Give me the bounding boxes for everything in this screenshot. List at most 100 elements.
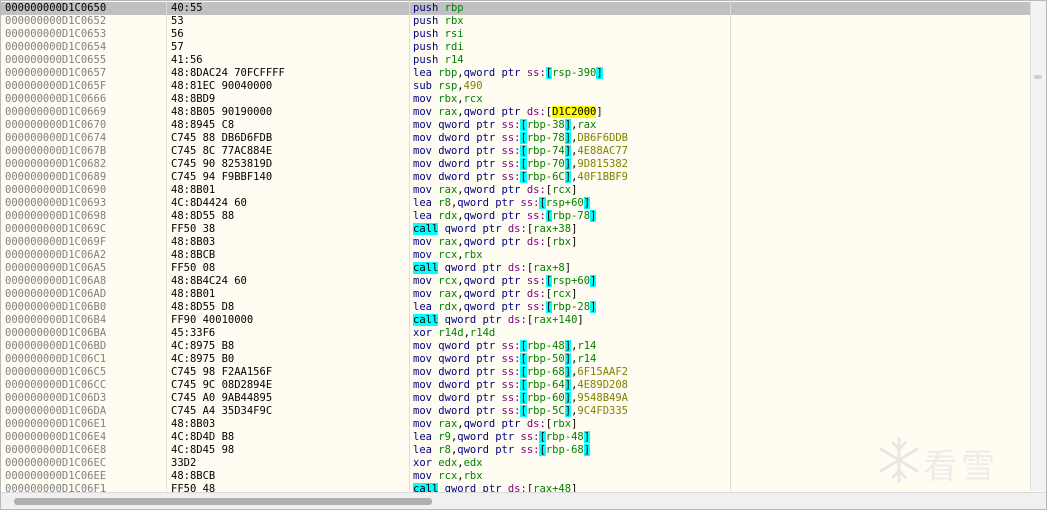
operand-token: ] xyxy=(571,223,578,235)
disasm-row[interactable]: 000000000D1C06AD 48:8B01 mov rax,qword ptr… xyxy=(1,288,1046,301)
operand-token: ] xyxy=(564,262,572,274)
vertical-scrollbar-thumb[interactable] xyxy=(1034,75,1042,79)
row-instruction: lea r8,qword ptr ss:[rbp-68] xyxy=(413,444,591,457)
operand-token: ss: xyxy=(501,132,521,144)
operand-token: ss: xyxy=(501,392,521,404)
disasm-row[interactable]: 000000000D1C065F 48:81EC 90040000 sub rsp,… xyxy=(1,80,1046,93)
operand-token: rcx xyxy=(438,249,458,261)
operand-token: qword ptr xyxy=(463,288,527,300)
row-bytes: 4C:8975 B8 xyxy=(171,340,235,352)
instruction-mnemonic: mov xyxy=(413,366,432,378)
row-instruction: mov dword ptr ss:[rbp-74],4E88AC77 xyxy=(413,145,628,158)
operand-token: ds: xyxy=(526,184,546,196)
row-bytes: 56 xyxy=(171,28,184,40)
row-instruction: mov qword ptr ss:[rbp-48],r14 xyxy=(413,340,596,353)
disasm-row[interactable]: 000000000D1C0652 53 push rbx xyxy=(1,15,1046,28)
row-instruction: mov dword ptr ss:[rbp-68],6F15AAF2 xyxy=(413,366,628,379)
operand-token: D1C2000 xyxy=(552,106,597,118)
instruction-mnemonic: mov xyxy=(413,379,432,391)
row-address: 000000000D1C06B4 xyxy=(5,314,107,326)
operand-token: r14 xyxy=(444,54,464,66)
disasm-row[interactable]: 000000000D1C06DA C745 A4 35D34F9C mov dwor… xyxy=(1,405,1046,418)
disassembly-view[interactable]: 000000000D1C0650 40:55 push rbp 000000000D1… xyxy=(0,0,1047,510)
instruction-mnemonic: mov xyxy=(413,158,432,170)
disasm-row[interactable]: 000000000D1C0653 56 push rsi xyxy=(1,28,1046,41)
disasm-row[interactable]: 000000000D1C06B4 FF90 40010000 call qword … xyxy=(1,314,1046,327)
operand-token: r8 xyxy=(438,444,451,456)
operand-token: ds: xyxy=(507,262,527,274)
snowflake-logo-icon xyxy=(879,437,919,483)
disasm-row[interactable]: 000000000D1C0670 48:8945 C8 mov qword ptr … xyxy=(1,119,1046,132)
row-instruction: lea r8,qword ptr ss:[rsp+60] xyxy=(413,197,591,210)
instruction-mnemonic: mov xyxy=(413,93,432,105)
operand-token: r14d xyxy=(469,327,496,339)
operand-token: dword ptr xyxy=(438,145,502,157)
disasm-row[interactable]: 000000000D1C0669 48:8B05 90190000 mov rax,… xyxy=(1,106,1046,119)
operand-token: qword ptr xyxy=(457,197,521,209)
horizontal-scrollbar[interactable] xyxy=(1,492,1046,509)
row-address: 000000000D1C0650 xyxy=(5,2,107,14)
row-instruction: mov rcx,qword ptr ss:[rsp+60] xyxy=(413,275,597,288)
operand-token: qword ptr xyxy=(444,262,508,274)
row-instruction: mov rax,qword ptr ds:[D1C2000] xyxy=(413,106,603,119)
disasm-row[interactable]: 000000000D1C0682 C745 90 8253819D mov dwor… xyxy=(1,158,1046,171)
operand-token: ] xyxy=(590,301,597,313)
disasm-row[interactable]: 000000000D1C06B0 48:8D55 D8 lea rdx,qword … xyxy=(1,301,1046,314)
row-bytes: C745 94 F9BBF140 xyxy=(171,171,273,183)
disasm-row[interactable]: 000000000D1C069C FF50 38 call qword ptr ds… xyxy=(1,223,1046,236)
operand-token: rbp-70 xyxy=(526,158,565,170)
row-bytes: 4C:8D4D B8 xyxy=(171,431,235,443)
instruction-mnemonic: mov xyxy=(413,184,432,196)
column-separator xyxy=(166,1,167,491)
operand-token: ss: xyxy=(501,158,521,170)
disasm-row[interactable]: 000000000D1C06C5 C745 98 F2AA156F mov dwor… xyxy=(1,366,1046,379)
operand-token: ds: xyxy=(526,236,546,248)
disasm-row[interactable]: 000000000D1C0654 57 push rdi xyxy=(1,41,1046,54)
instruction-mnemonic: push xyxy=(413,2,439,14)
disasm-row[interactable]: 000000000D1C06E1 48:8B03 mov rax,qword ptr… xyxy=(1,418,1046,431)
disasm-row[interactable]: 000000000D1C06BA 45:33F6 xor r14d,r14d xyxy=(1,327,1046,340)
horizontal-scrollbar-thumb[interactable] xyxy=(14,498,432,505)
instruction-mnemonic: lea xyxy=(413,444,432,456)
row-address: 000000000D1C06E4 xyxy=(5,431,107,443)
disasm-row[interactable]: 000000000D1C06CC C745 9C 08D2894E mov dwor… xyxy=(1,379,1046,392)
disasm-row[interactable]: 000000000D1C06A5 FF50 08 call qword ptr ds… xyxy=(1,262,1046,275)
disasm-row[interactable]: 000000000D1C0690 48:8B01 mov rax,qword ptr… xyxy=(1,184,1046,197)
instruction-mnemonic: lea xyxy=(413,431,432,443)
disasm-row[interactable]: 000000000D1C06D3 C745 A0 9AB44895 mov dwor… xyxy=(1,392,1046,405)
operand-token: edx xyxy=(438,457,458,469)
instruction-mnemonic: call xyxy=(413,262,439,274)
operand-token: ss: xyxy=(501,119,521,131)
row-bytes: 48:8B01 xyxy=(171,288,216,300)
row-instruction: push rsi xyxy=(413,28,464,41)
disasm-row[interactable]: 000000000D1C06A2 48:8BCB mov rcx,rbx xyxy=(1,249,1046,262)
disasm-row[interactable]: 000000000D1C0689 C745 94 F9BBF140 mov dwor… xyxy=(1,171,1046,184)
operand-token: qword ptr xyxy=(457,431,521,443)
disasm-row[interactable]: 000000000D1C06BD 4C:8975 B8 mov qword ptr … xyxy=(1,340,1046,353)
disasm-row[interactable]: 000000000D1C0666 48:8BD9 mov rbx,rcx xyxy=(1,93,1046,106)
operand-token: qword ptr xyxy=(463,418,527,430)
operand-token: rcx xyxy=(463,93,483,105)
disasm-row[interactable]: 000000000D1C0698 48:8D55 88 lea rdx,qword … xyxy=(1,210,1046,223)
vertical-scrollbar[interactable] xyxy=(1030,1,1046,491)
row-instruction: mov dword ptr ss:[rbp-70],9D815382 xyxy=(413,158,628,171)
disasm-row[interactable]: 000000000D1C0674 C745 88 DB6D6FDB mov dwor… xyxy=(1,132,1046,145)
disasm-row[interactable]: 000000000D1C0657 48:8DAC24 70FCFFFF lea rb… xyxy=(1,67,1046,80)
disasm-row[interactable]: 000000000D1C069F 48:8B03 mov rax,qword ptr… xyxy=(1,236,1046,249)
disasm-row[interactable]: 000000000D1C067B C745 8C 77AC884E mov dwor… xyxy=(1,145,1046,158)
disasm-row[interactable]: 000000000D1C06A8 48:8B4C24 60 mov rcx,qwor… xyxy=(1,275,1046,288)
disasm-row[interactable]: 000000000D1C0650 40:55 push rbp xyxy=(1,2,1046,15)
operand-token: dword ptr xyxy=(438,405,502,417)
row-instruction: sub rsp,490 xyxy=(413,80,483,93)
row-address: 000000000D1C06EE xyxy=(5,470,107,482)
row-instruction: xor edx,edx xyxy=(413,457,483,470)
row-instruction: call qword ptr ds:[rax+38] xyxy=(413,223,577,236)
row-bytes: 48:8B01 xyxy=(171,184,216,196)
disasm-row[interactable]: 000000000D1C06C1 4C:8975 B0 mov qword ptr … xyxy=(1,353,1046,366)
row-address: 000000000D1C0652 xyxy=(5,15,107,27)
operand-token: rbx xyxy=(552,236,572,248)
instruction-mnemonic: mov xyxy=(413,353,432,365)
disasm-row[interactable]: 000000000D1C0693 4C:8D4424 60 lea r8,qword… xyxy=(1,197,1046,210)
row-bytes: C745 A0 9AB44895 xyxy=(171,392,273,404)
disasm-row[interactable]: 000000000D1C0655 41:56 push r14 xyxy=(1,54,1046,67)
